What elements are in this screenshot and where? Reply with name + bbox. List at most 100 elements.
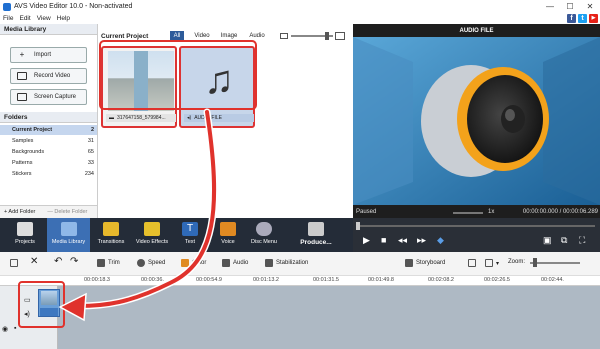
next-frame-icon[interactable]: ▸▸ [417, 235, 426, 245]
folder-label: Backgrounds [12, 149, 45, 155]
ruler-tick: 00:02:08.2 [428, 277, 454, 283]
playback-controls: ▶ ■ ◂◂ ▸▸ ◆ ▣ ⧉ ⛶ [353, 218, 600, 252]
transitions-label: Transitions [97, 239, 125, 245]
stop-icon[interactable]: ■ [381, 235, 386, 245]
add-folder-button[interactable]: + Add Folder [4, 209, 35, 215]
folder-label: Stickers [12, 171, 32, 177]
stabilization-button[interactable]: Stabilization [265, 259, 308, 267]
color-button[interactable]: Color [181, 259, 206, 267]
playback-speed: 1x [488, 209, 495, 215]
folder-current-project[interactable]: Current Project 2 [0, 125, 97, 135]
project-title: Current Project [101, 32, 149, 40]
time-display: 00:00:00.000 / 00:00:06.289 [522, 209, 598, 215]
record-video-button[interactable]: Record Video [10, 68, 87, 84]
undock-icon[interactable]: ⧉ [561, 235, 567, 245]
video-effects-button[interactable]: Video Effects [131, 218, 173, 252]
menu-view[interactable]: View [37, 15, 51, 22]
speed-button[interactable]: Speed [137, 259, 165, 267]
previous-frame-icon[interactable]: ◂◂ [398, 235, 407, 245]
projects-button[interactable]: Projects [5, 218, 45, 252]
microphone-icon [220, 222, 236, 236]
thumb-large-icon[interactable] [335, 32, 345, 40]
zoom-handle[interactable] [533, 258, 537, 267]
play-icon[interactable]: ▶ [363, 235, 370, 245]
transitions-button[interactable]: Transitions [91, 218, 131, 252]
stabilization-label: Stabilization [276, 260, 309, 266]
storyboard-mode-icon[interactable] [10, 259, 21, 267]
ruler-tick: 00:00:54.9 [196, 277, 222, 283]
mark-icon[interactable]: ◆ [437, 235, 444, 245]
storyboard-label: Storyboard [416, 260, 446, 266]
youtube-icon[interactable]: ▶ [589, 14, 598, 23]
folder-backgrounds[interactable]: Backgrounds 65 [0, 147, 97, 157]
media-library-button[interactable]: Media Library [47, 218, 90, 252]
lock-icon[interactable]: ▪ [14, 325, 16, 332]
disc-menu-button[interactable]: Disc Menu [244, 218, 284, 252]
trim-button[interactable]: Trim [97, 259, 120, 267]
speed-icon [137, 259, 145, 267]
folder-label: Samples [12, 138, 34, 144]
text-icon: T [182, 222, 198, 236]
close-button[interactable]: ✕ [580, 0, 600, 13]
visibility-icon[interactable]: ◉ [2, 325, 8, 333]
audio-button[interactable]: Audio [222, 259, 248, 267]
screen-capture-button[interactable]: Screen Capture [10, 89, 87, 105]
folder-samples[interactable]: Samples 31 [0, 136, 97, 146]
import-button[interactable]: + Import [10, 47, 87, 63]
disc-menu-label: Disc Menu [251, 239, 277, 245]
plus-icon: + [19, 50, 25, 59]
twitter-icon[interactable]: t [578, 14, 587, 23]
voice-label: Voice [221, 239, 235, 245]
timeline-ruler[interactable]: 00:00:18.3 00:00:36. 00:00:54.9 00:01:13… [0, 276, 600, 286]
folder-footer: + Add Folder — Delete Folder [0, 205, 97, 218]
highlight-box-timeline [18, 281, 65, 328]
media-library-label: Media Library [51, 239, 86, 245]
delete-folder-button[interactable]: — Delete Folder [47, 209, 87, 215]
video-file-name: 317647158_579984... [117, 115, 166, 121]
text-button[interactable]: T Text [170, 218, 210, 252]
main-toolbar: Projects Media Library Transitions Video… [0, 218, 353, 252]
menu-help[interactable]: Help [57, 15, 70, 22]
storyboard-button[interactable]: Storyboard [405, 259, 445, 267]
folder-stickers[interactable]: Stickers 234 [0, 169, 97, 179]
speed-slider[interactable] [453, 212, 483, 214]
thumb-small-icon[interactable] [280, 33, 288, 39]
fit-icon[interactable] [468, 259, 479, 267]
ruler-tick: 00:01:31.5 [313, 277, 339, 283]
speed-label: Speed [148, 260, 166, 266]
fullscreen-icon[interactable]: ⛶ [579, 235, 585, 245]
preview-panel: AUDIO FILE Paused 1x 00:00:00.000 / 00:0… [353, 24, 600, 218]
undo-icon[interactable]: ↶ [54, 256, 62, 267]
seek-bar[interactable] [357, 225, 595, 227]
title-bar: AVS Video Editor 10.0 - Non-activated — … [0, 0, 600, 13]
folder-patterns[interactable]: Patterns 33 [0, 158, 97, 168]
voice-button[interactable]: Voice [208, 218, 248, 252]
star-icon [144, 222, 160, 236]
seek-handle[interactable] [356, 222, 360, 230]
trim-label: Trim [108, 260, 120, 266]
folder-count: 33 [87, 160, 94, 166]
disc-icon [256, 222, 272, 236]
video-camera-icon: ▬ [109, 115, 114, 121]
window-title: AVS Video Editor 10.0 - Non-activated [14, 3, 133, 10]
speaker-preview-image [353, 37, 600, 205]
menu-file[interactable]: File [3, 15, 13, 22]
timeline-tracks[interactable]: ▭ ◂) ◉ ▪ [0, 286, 600, 349]
minimize-button[interactable]: — [540, 0, 560, 13]
highlight-box-thumbnails [99, 40, 257, 110]
redo-icon[interactable]: ↷ [70, 256, 78, 267]
zoom-slider[interactable] [530, 262, 580, 264]
slider-handle[interactable] [325, 32, 329, 40]
video-caption: ▬ 317647158_579984... [106, 114, 176, 122]
delete-icon[interactable]: ✕ [30, 256, 38, 267]
view-dropdown[interactable]: ▾ [485, 259, 499, 267]
storyboard-icon [405, 259, 413, 267]
stabilization-icon [265, 259, 273, 267]
maximize-button[interactable]: ☐ [560, 0, 580, 13]
ruler-tick: 00:02:44. [541, 277, 564, 283]
menu-edit[interactable]: Edit [19, 15, 30, 22]
preview-title: AUDIO FILE [459, 28, 494, 34]
facebook-icon[interactable]: f [567, 14, 576, 23]
snapshot-icon[interactable]: ▣ [543, 235, 552, 245]
produce-button[interactable]: Produce... [295, 218, 337, 252]
